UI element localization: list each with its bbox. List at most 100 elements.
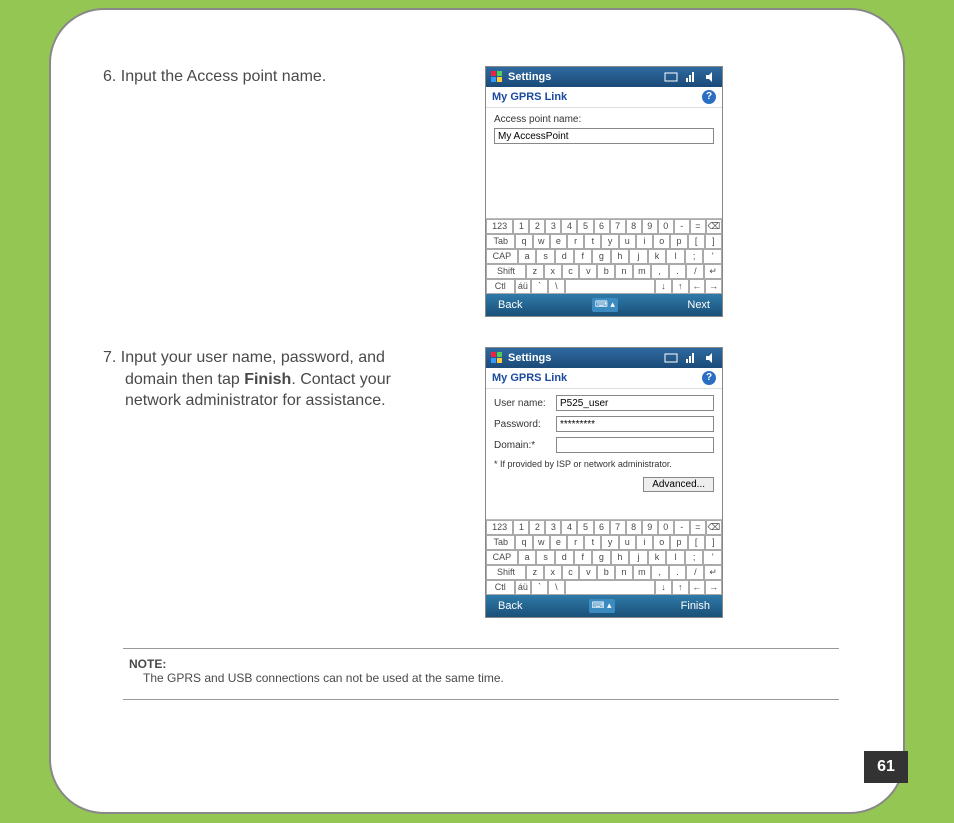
key[interactable]: c (562, 565, 580, 580)
key[interactable]: [ (688, 535, 705, 550)
domain-input[interactable] (556, 437, 714, 453)
key[interactable]: . (669, 565, 687, 580)
key-space[interactable] (565, 279, 655, 294)
key[interactable]: 4 (561, 520, 577, 535)
key[interactable]: ; (685, 550, 704, 565)
key-space[interactable] (565, 580, 655, 595)
key[interactable]: e (550, 234, 567, 249)
key[interactable]: ' (703, 249, 722, 264)
key[interactable]: 8 (626, 520, 642, 535)
key[interactable]: n (615, 565, 633, 580)
key[interactable]: a (518, 249, 537, 264)
key[interactable]: , (651, 264, 669, 279)
key[interactable]: l (666, 249, 685, 264)
key[interactable]: h (611, 249, 630, 264)
key[interactable]: , (651, 565, 669, 580)
key[interactable]: z (526, 264, 544, 279)
key[interactable]: 9 (642, 219, 658, 234)
key[interactable]: u (619, 535, 636, 550)
key[interactable]: x (544, 264, 562, 279)
key[interactable]: g (592, 249, 611, 264)
key-ctrl[interactable]: Ctl (486, 279, 515, 294)
key[interactable]: \ (548, 279, 565, 294)
key[interactable]: - (674, 219, 690, 234)
key[interactable]: 6 (594, 520, 610, 535)
key[interactable]: s (536, 550, 555, 565)
key[interactable]: p (670, 535, 687, 550)
key[interactable]: 9 (642, 520, 658, 535)
key-left[interactable]: ← (689, 580, 706, 595)
key-down[interactable]: ↓ (655, 580, 672, 595)
key[interactable]: s (536, 249, 555, 264)
key[interactable]: 8 (626, 219, 642, 234)
key-intl[interactable]: áü (515, 580, 532, 595)
key-caps[interactable]: CAP (486, 249, 518, 264)
key[interactable]: h (611, 550, 630, 565)
key[interactable]: ` (531, 580, 548, 595)
key[interactable]: 1 (513, 219, 529, 234)
key[interactable]: q (515, 234, 532, 249)
key[interactable]: 0 (658, 219, 674, 234)
key[interactable]: n (615, 264, 633, 279)
sip-icon[interactable]: ⌨ ▴ (589, 599, 615, 613)
key[interactable]: k (648, 249, 667, 264)
key-left[interactable]: ← (689, 279, 706, 294)
key[interactable]: c (562, 264, 580, 279)
onscreen-keyboard[interactable]: 1231234567890-=⌫ Tabqwertyuiop[] CAPasdf… (486, 519, 722, 595)
key-backspace[interactable]: ⌫ (706, 520, 722, 535)
key[interactable]: 5 (577, 520, 593, 535)
key[interactable]: \ (548, 580, 565, 595)
key[interactable]: k (648, 550, 667, 565)
key[interactable]: 7 (610, 219, 626, 234)
key[interactable]: ' (703, 550, 722, 565)
key[interactable]: / (686, 264, 704, 279)
key[interactable]: d (555, 249, 574, 264)
key-enter[interactable]: ↵ (704, 565, 722, 580)
key[interactable]: p (670, 234, 687, 249)
key[interactable]: l (666, 550, 685, 565)
key[interactable]: [ (688, 234, 705, 249)
key[interactable]: e (550, 535, 567, 550)
key[interactable]: ] (705, 535, 722, 550)
key[interactable]: 4 (561, 219, 577, 234)
key[interactable]: x (544, 565, 562, 580)
apn-input[interactable] (494, 128, 714, 144)
key-enter[interactable]: ↵ (704, 264, 722, 279)
key[interactable]: y (601, 535, 618, 550)
key-up[interactable]: ↑ (672, 279, 689, 294)
key[interactable]: j (629, 249, 648, 264)
key[interactable]: v (579, 565, 597, 580)
key[interactable]: 6 (594, 219, 610, 234)
key[interactable]: i (636, 234, 653, 249)
key[interactable]: / (686, 565, 704, 580)
finish-button[interactable]: Finish (681, 600, 710, 612)
key[interactable]: = (690, 219, 706, 234)
advanced-button[interactable]: Advanced... (643, 477, 714, 492)
key[interactable]: m (633, 565, 651, 580)
key-up[interactable]: ↑ (672, 580, 689, 595)
key[interactable]: = (690, 520, 706, 535)
key[interactable]: u (619, 234, 636, 249)
key[interactable]: - (674, 520, 690, 535)
username-input[interactable] (556, 395, 714, 411)
key[interactable]: 7 (610, 520, 626, 535)
key[interactable]: ` (531, 279, 548, 294)
key[interactable]: r (567, 234, 584, 249)
key-shift[interactable]: Shift (486, 264, 526, 279)
key[interactable]: f (574, 249, 593, 264)
key[interactable]: d (555, 550, 574, 565)
key-backspace[interactable]: ⌫ (706, 219, 722, 234)
key[interactable]: 1 (513, 520, 529, 535)
key-right[interactable]: → (705, 580, 722, 595)
sip-icon[interactable]: ⌨ ▴ (592, 298, 618, 312)
key[interactable]: ; (685, 249, 704, 264)
key[interactable]: t (584, 535, 601, 550)
key[interactable]: g (592, 550, 611, 565)
key[interactable]: w (533, 234, 550, 249)
key[interactable]: m (633, 264, 651, 279)
password-input[interactable] (556, 416, 714, 432)
key[interactable]: f (574, 550, 593, 565)
key[interactable]: 3 (545, 219, 561, 234)
key[interactable]: y (601, 234, 618, 249)
key[interactable]: z (526, 565, 544, 580)
